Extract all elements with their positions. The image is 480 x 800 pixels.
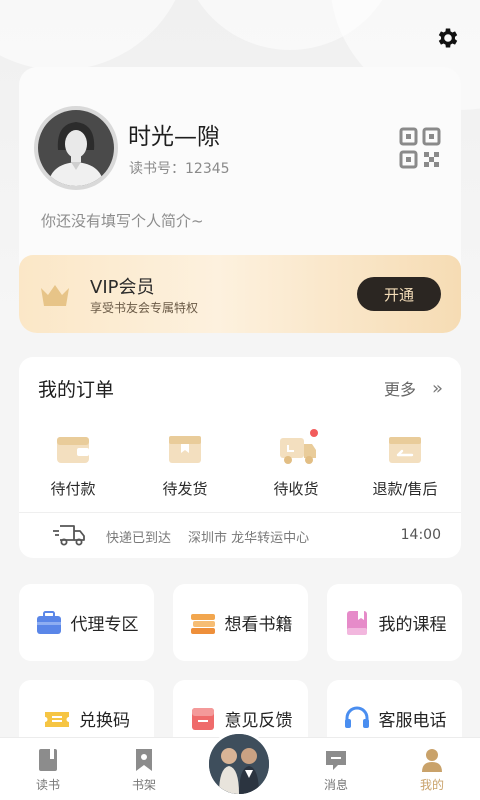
box-icon bbox=[167, 433, 203, 465]
decor-circle bbox=[0, 0, 190, 70]
user-id: 读书号：12345 bbox=[129, 161, 230, 177]
vip-open-button[interactable]: 开通 bbox=[357, 277, 441, 311]
tracking-time: 14:00 bbox=[400, 527, 441, 543]
tab-label: 书架 bbox=[131, 778, 156, 792]
tab-messages[interactable]: 消息 bbox=[288, 738, 384, 800]
briefcase-icon bbox=[35, 609, 63, 637]
order-pending-receipt[interactable]: 待收货 bbox=[246, 429, 346, 503]
avatar[interactable] bbox=[34, 106, 118, 190]
order-item-label: 待收货 bbox=[273, 480, 319, 498]
featured-photo bbox=[209, 734, 269, 794]
tile-my-courses[interactable]: 我的课程 bbox=[327, 584, 462, 661]
bookmark-icon bbox=[132, 747, 156, 773]
settings-button[interactable] bbox=[434, 24, 462, 52]
coupon-icon bbox=[43, 705, 71, 733]
tab-label: 读书 bbox=[35, 778, 60, 792]
order-pending-shipment[interactable]: 待发货 bbox=[135, 433, 235, 503]
order-refund-aftersale[interactable]: 退款/售后 bbox=[355, 433, 455, 503]
feedback-icon bbox=[189, 705, 217, 733]
headset-icon bbox=[343, 705, 371, 733]
tab-label: 我的 bbox=[419, 778, 444, 792]
book-icon bbox=[36, 747, 60, 773]
vip-subtitle: 享受书友会专属特权 bbox=[90, 301, 199, 315]
tile-agent-zone[interactable]: 代理专区 bbox=[19, 584, 154, 661]
tab-mine[interactable]: 我的 bbox=[384, 738, 480, 800]
double-chevron-right-icon: » bbox=[431, 377, 443, 399]
order-item-label: 待付款 bbox=[50, 480, 96, 498]
refund-icon bbox=[387, 433, 423, 465]
default-avatar-icon bbox=[38, 110, 114, 186]
tile-label: 客服电话 bbox=[378, 711, 447, 731]
crown-icon bbox=[41, 285, 69, 306]
tile-label: 代理专区 bbox=[70, 615, 139, 635]
user-name: 时光—隙 bbox=[128, 124, 220, 150]
notification-dot bbox=[310, 429, 318, 437]
vip-banner[interactable]: VIP会员 享受书友会专属特权 开通 bbox=[19, 255, 461, 333]
order-pending-payment[interactable]: 待付款 bbox=[23, 433, 123, 503]
tab-bookshelf[interactable]: 书架 bbox=[96, 738, 192, 800]
order-item-label: 待发货 bbox=[162, 480, 208, 498]
orders-card: 我的订单 更多 » 待付款 待发货 待收货 退款/售后 快递已到达 深圳市 龙华… bbox=[19, 357, 461, 558]
tile-label: 想看书籍 bbox=[224, 615, 293, 635]
vip-title: VIP会员 bbox=[90, 277, 155, 298]
user-bio[interactable]: 你还没有填写个人简介~ bbox=[41, 210, 204, 231]
tracking-status: 快递已到达 bbox=[106, 531, 172, 546]
tracking-row[interactable]: 快递已到达 深圳市 龙华转运中心 14:00 bbox=[19, 513, 461, 558]
books-icon bbox=[189, 609, 217, 637]
tab-label: 消息 bbox=[323, 778, 348, 792]
orders-more-link[interactable]: 更多 » bbox=[384, 376, 443, 400]
gear-icon bbox=[438, 28, 458, 48]
tile-label: 我的课程 bbox=[378, 615, 447, 635]
orders-title: 我的订单 bbox=[38, 379, 115, 401]
wallet-icon bbox=[55, 433, 91, 465]
tab-read[interactable]: 读书 bbox=[0, 738, 96, 800]
tile-label: 兑换码 bbox=[79, 711, 130, 731]
qr-code-button[interactable] bbox=[399, 127, 441, 169]
orders-more-label: 更多 bbox=[383, 380, 416, 399]
person-icon bbox=[420, 747, 444, 773]
order-item-label: 退款/售后 bbox=[372, 480, 438, 498]
qr-code-icon bbox=[399, 127, 441, 169]
profile-card: 时光—隙 读书号：12345 你还没有填写个人简介~ VIP会员 享受书友会专属… bbox=[19, 67, 461, 333]
center-featured-avatar[interactable] bbox=[206, 731, 272, 797]
shipping-truck-icon bbox=[53, 525, 85, 546]
message-icon bbox=[324, 747, 348, 773]
tracking-location: 深圳市 龙华转运中心 bbox=[188, 531, 310, 546]
tile-label: 意见反馈 bbox=[224, 711, 293, 731]
course-book-icon bbox=[343, 609, 371, 637]
delivery-truck-icon bbox=[278, 429, 318, 465]
tile-wishlist-books[interactable]: 想看书籍 bbox=[173, 584, 308, 661]
